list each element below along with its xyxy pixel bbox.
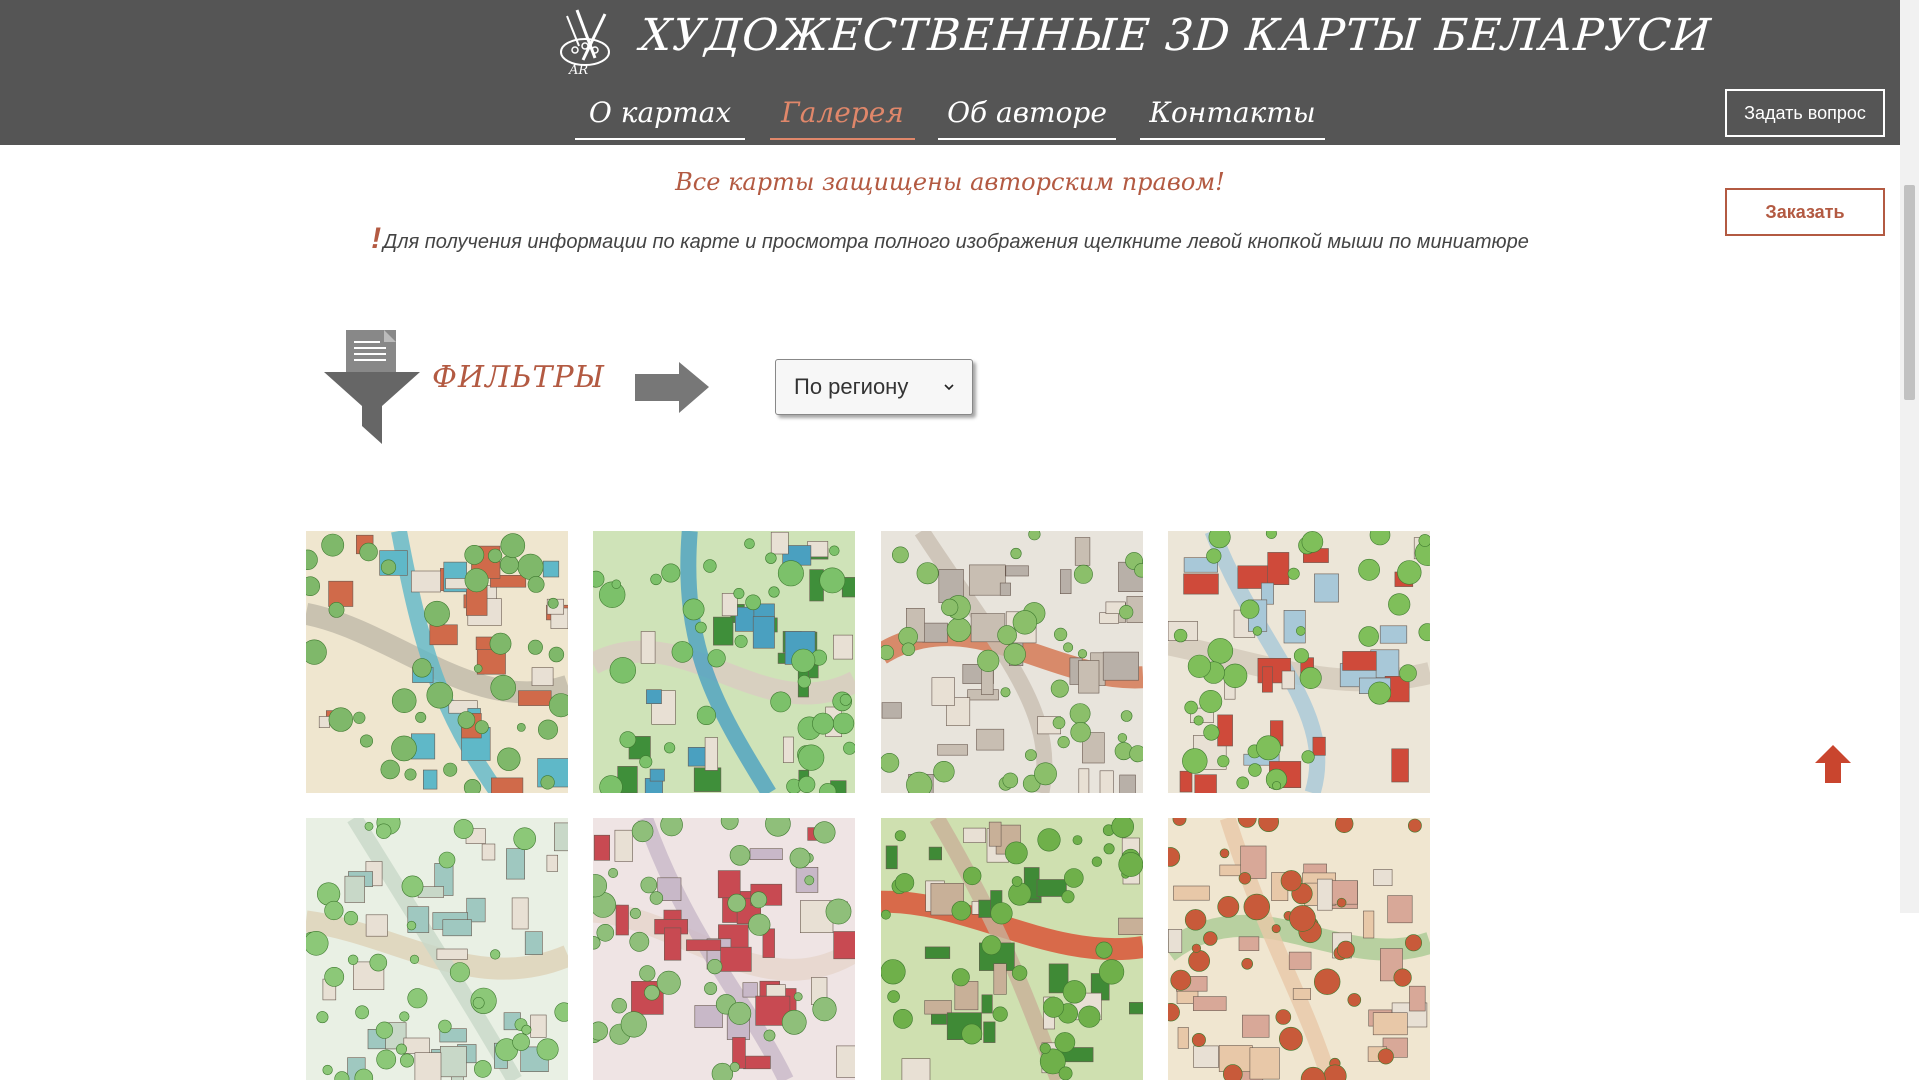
scroll-to-top-arrow-icon[interactable] — [1815, 745, 1851, 783]
nav-about-author[interactable]: Об авторе — [938, 88, 1116, 140]
map-illustration — [306, 531, 568, 793]
filters-label: ФИЛЬТРЫ — [432, 360, 606, 395]
right-arrow-icon — [635, 362, 709, 413]
map-thumbnail-6[interactable] — [593, 818, 855, 1080]
chevron-down-icon — [944, 384, 954, 391]
map-thumbnail-8[interactable] — [1168, 818, 1430, 1080]
map-thumbnail-7[interactable] — [881, 818, 1143, 1080]
map-thumbnail-4[interactable] — [1168, 531, 1430, 793]
map-illustration — [306, 818, 568, 1080]
nav-gallery[interactable]: Галерея — [770, 88, 915, 140]
svg-text:AR: AR — [568, 63, 588, 76]
nav-contacts[interactable]: Контакты — [1140, 88, 1325, 140]
copyright-notice: Все карты защищены авторским правом! — [675, 168, 1225, 196]
palette-brush-logo-icon[interactable]: AR — [555, 6, 623, 76]
funnel-filter-icon — [324, 330, 420, 444]
map-illustration — [1168, 531, 1430, 793]
hint-text-row: ! Для получения информации по карте и про… — [0, 222, 1900, 256]
map-thumbnail-1[interactable] — [306, 531, 568, 793]
site-header: AR ХУДОЖЕСТВЕННЫЕ 3D КАРТЫ БЕЛАРУСИ О ка… — [0, 0, 1900, 145]
map-illustration — [593, 818, 855, 1080]
site-title: ХУДОЖЕСТВЕННЫЕ 3D КАРТЫ БЕЛАРУСИ — [638, 10, 1714, 61]
scrollbar-thumb[interactable] — [1904, 185, 1915, 400]
nav-about-maps[interactable]: О картах — [575, 88, 745, 140]
map-illustration — [881, 531, 1143, 793]
map-illustration — [881, 818, 1143, 1080]
map-thumbnail-3[interactable] — [881, 531, 1143, 793]
hint-text: Для получения информации по карте и прос… — [383, 231, 1529, 253]
order-button[interactable]: Заказать — [1725, 188, 1885, 236]
map-illustration — [593, 531, 855, 793]
exclamation-icon: ! — [371, 222, 382, 255]
ask-question-button[interactable]: Задать вопрос — [1725, 89, 1885, 137]
region-filter-select[interactable]: По региону — [775, 359, 973, 415]
page-scrollbar[interactable] — [1900, 0, 1919, 913]
map-illustration — [1168, 818, 1430, 1080]
map-thumbnail-5[interactable] — [306, 818, 568, 1080]
region-select-value: По региону — [794, 374, 909, 399]
map-thumbnail-2[interactable] — [593, 531, 855, 793]
